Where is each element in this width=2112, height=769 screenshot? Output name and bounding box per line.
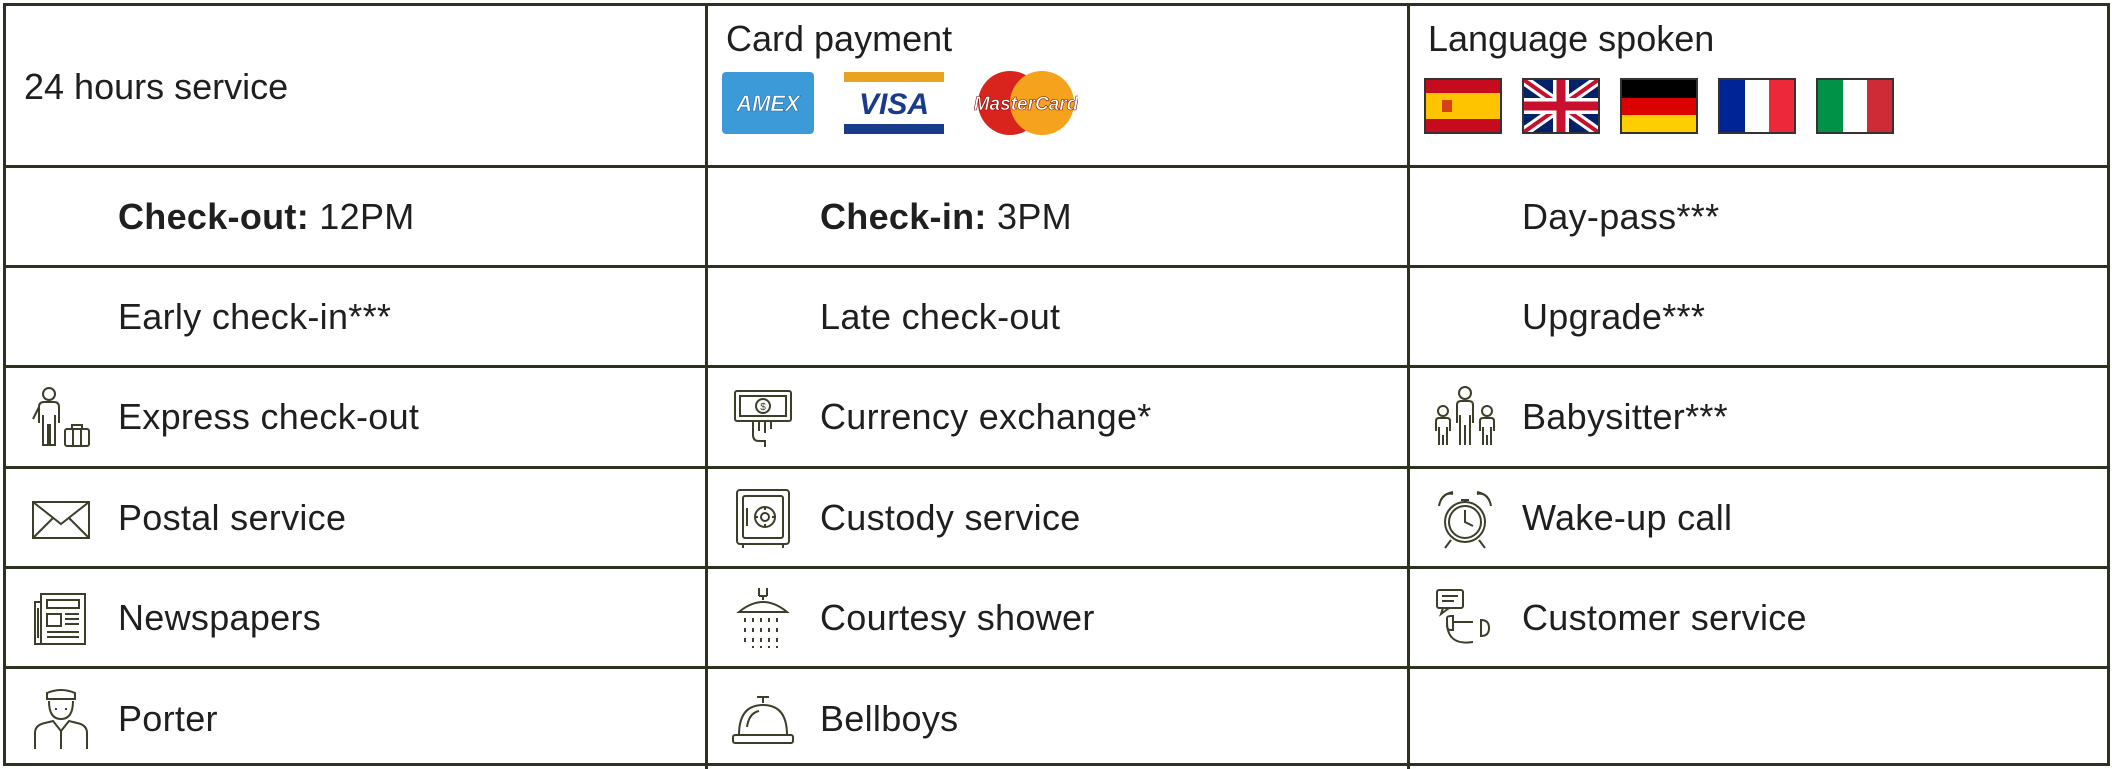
custody-label: Custody service [820,496,1081,538]
cell-empty [1410,669,2107,769]
daypass-label: Day-pass*** [1522,195,1720,237]
hotel-services-table: 24 hours service Card payment AMEX VISA … [3,3,2110,769]
family-icon [1432,381,1498,453]
uk-flag-icon [1522,78,1600,134]
headset-message-icon [1432,582,1498,654]
cell-babysitter: Babysitter*** [1410,368,2107,469]
alarm-clock-icon [1432,482,1498,554]
currency-exchange-icon: $ [730,381,796,453]
france-flag-icon [1718,78,1796,134]
svg-text:MasterCard: MasterCard [974,94,1078,115]
cell-checkout: Check-out: 12PM [6,168,708,268]
checkin-time: 3PM [986,195,1072,237]
checkout-time: 12PM [309,195,415,237]
cell-currency-exchange: $ Currency exchange* [708,368,1410,469]
cell-late-checkout: Late check-out [708,268,1410,368]
germany-flag-icon [1620,78,1698,134]
cell-express-checkout: Express check-out [6,368,708,469]
svg-text:AMEX: AMEX [735,91,801,116]
cell-languages: Language spoken [1410,6,2107,168]
currency-exchange-label: Currency exchange* [820,396,1152,437]
customer-service-label: Customer service [1522,596,1807,638]
cell-customer-service: Customer service [1410,569,2107,669]
spain-flag-icon [1424,78,1502,134]
service-bell-icon [730,683,796,755]
shower-icon [730,582,796,654]
mastercard-logo: MasterCard [974,71,1078,135]
svg-text:$: $ [760,402,766,413]
babysitter-label: Babysitter*** [1522,396,1728,437]
visa-logo: VISA [844,72,944,134]
checkout-bold: Check-out: [118,195,309,237]
early-checkin-label: Early check-in*** [118,295,392,337]
cell-postal: Postal service [6,469,708,569]
checkin-bold: Check-in: [820,195,987,237]
italy-flag-icon [1816,78,1894,134]
cell-checkin: Check-in: 3PM [708,168,1410,268]
traveler-luggage-icon [28,381,94,453]
wakeup-label: Wake-up call [1522,496,1733,538]
cell-newspapers: Newspapers [6,569,708,669]
svg-text:VISA: VISA [859,88,929,121]
express-checkout-label: Express check-out [118,396,420,437]
late-checkout-label: Late check-out [820,295,1061,337]
language-flags [1424,78,1894,134]
card-logos: AMEX VISA MasterCard [722,70,1078,136]
postal-label: Postal service [118,496,347,538]
cell-upgrade: Upgrade*** [1410,268,2107,368]
porter-label: Porter [118,698,218,739]
cell-custody: Custody service [708,469,1410,569]
upgrade-label: Upgrade*** [1522,295,1706,337]
cell-shower: Courtesy shower [708,569,1410,669]
languages-label: Language spoken [1428,18,1715,59]
checkout-label: Check-out: 12PM [118,196,415,238]
cell-24h-service: 24 hours service [6,6,708,168]
cell-wakeup: Wake-up call [1410,469,2107,569]
cell-porter: Porter [6,669,708,769]
checkin-label: Check-in: 3PM [820,196,1072,238]
safe-icon [730,482,796,554]
cell-card-payment: Card payment AMEX VISA MasterCard [708,6,1410,168]
porter-icon [28,683,94,755]
cell-bellboys: Bellboys [708,669,1410,769]
cell-daypass: Day-pass*** [1410,168,2107,268]
service-24h-label: 24 hours service [24,66,289,107]
newspaper-icon [28,582,94,654]
envelope-icon [28,482,94,554]
amex-logo: AMEX [722,72,814,134]
cell-early-checkin: Early check-in*** [6,268,708,368]
bellboys-label: Bellboys [820,698,959,739]
shower-label: Courtesy shower [820,596,1095,638]
card-payment-label: Card payment [726,18,953,59]
newspapers-label: Newspapers [118,596,322,638]
